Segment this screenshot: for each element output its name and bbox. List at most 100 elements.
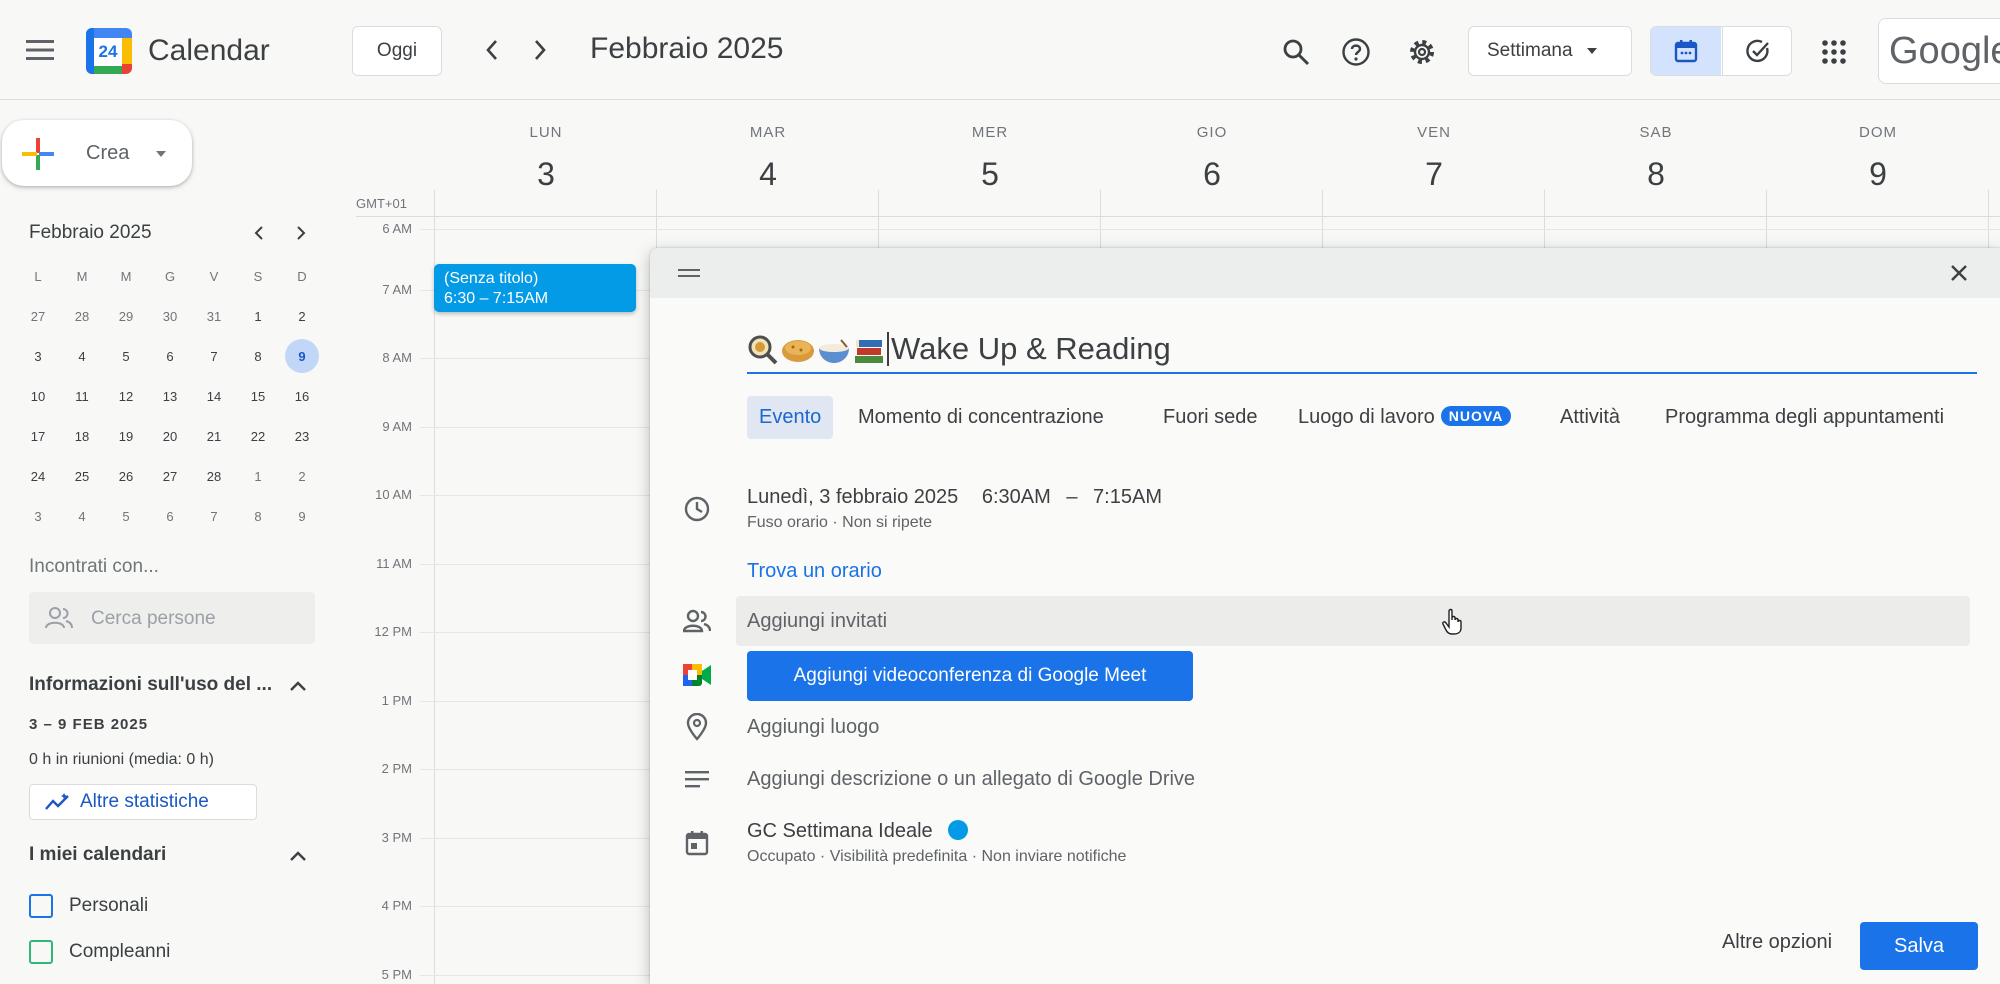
checkbox-icon[interactable] <box>29 894 53 918</box>
mini-day-cell[interactable]: 17 <box>21 419 55 453</box>
mini-day-cell[interactable]: 29 <box>109 299 143 333</box>
mini-day-cell[interactable]: 4 <box>65 499 99 533</box>
calendar-event[interactable]: (Senza titolo) 6:30 – 7:15AM <box>434 264 636 312</box>
mini-day-cell[interactable]: 26 <box>109 459 143 493</box>
mini-day-cell[interactable]: 7 <box>197 499 231 533</box>
mini-day-cell[interactable]: 1 <box>241 459 275 493</box>
more-stats-button[interactable]: Altre statistiche <box>29 784 257 820</box>
mini-day-cell[interactable]: 1 <box>241 299 275 333</box>
mini-day-cell[interactable]: 6 <box>153 499 187 533</box>
checkbox-icon[interactable] <box>29 940 53 964</box>
mini-day-cell[interactable]: 10 <box>21 379 55 413</box>
mini-day-cell[interactable]: 16 <box>285 379 319 413</box>
calendar-details[interactable]: Occupato · Visibilità predefinita · Non … <box>747 848 1126 866</box>
mini-day-cell[interactable]: 18 <box>65 419 99 453</box>
hour-label: 8 AM <box>382 350 412 365</box>
mini-day-cell[interactable]: 9 <box>285 499 319 533</box>
mini-day-cell[interactable]: 5 <box>109 499 143 533</box>
mini-day-cell[interactable]: 19 <box>109 419 143 453</box>
tab-out-of-office[interactable]: Fuori sede <box>1151 396 1270 439</box>
chevron-up-icon[interactable] <box>282 840 314 872</box>
find-time-link[interactable]: Trova un orario <box>747 560 882 583</box>
add-location-field[interactable]: Aggiungi luogo <box>747 716 879 739</box>
mini-day-cell[interactable]: 20 <box>153 419 187 453</box>
mini-day-cell[interactable]: 8 <box>241 499 275 533</box>
mini-day-cell[interactable]: 31 <box>197 299 231 333</box>
mini-day-cell[interactable]: 11 <box>65 379 99 413</box>
add-meet-button[interactable]: Aggiungi videoconferenza di Google Meet <box>747 651 1193 701</box>
mini-day-cell[interactable]: 2 <box>285 459 319 493</box>
chevron-up-icon[interactable] <box>282 670 314 702</box>
day-header-number[interactable]: 3 <box>516 156 576 193</box>
dialog-drag-bar[interactable] <box>650 248 2000 298</box>
timezone-repeat-link[interactable]: Fuso orario · Non si ripete <box>747 514 932 532</box>
mini-day-cell[interactable]: 28 <box>65 299 99 333</box>
day-header-number[interactable]: 9 <box>1848 156 1908 193</box>
event-end-time[interactable]: 7:15AM <box>1093 486 1162 508</box>
settings-icon[interactable] <box>1400 30 1444 74</box>
help-icon[interactable] <box>1334 30 1378 74</box>
google-account-logo[interactable]: Google <box>1878 18 2000 84</box>
day-header-number[interactable]: 6 <box>1182 156 1242 193</box>
day-header-number[interactable]: 5 <box>960 156 1020 193</box>
search-icon[interactable] <box>1274 30 1318 74</box>
view-selector[interactable]: Settimana <box>1468 26 1632 76</box>
chevron-right-icon[interactable] <box>520 30 560 70</box>
mini-day-cell[interactable]: 24 <box>21 459 55 493</box>
today-button[interactable]: Oggi <box>352 26 442 76</box>
mini-day-cell[interactable]: 30 <box>153 299 187 333</box>
day-header-number[interactable]: 4 <box>738 156 798 193</box>
mini-next-month-icon[interactable] <box>286 218 316 248</box>
mini-day-cell[interactable]: 21 <box>197 419 231 453</box>
event-start-time[interactable]: 6:30AM <box>982 486 1051 508</box>
tab-tasks[interactable]: Attività <box>1548 396 1632 439</box>
mini-day-cell[interactable]: 6 <box>153 339 187 373</box>
hour-label: 7 AM <box>382 281 412 297</box>
create-button[interactable]: Crea <box>2 120 192 186</box>
menu-icon[interactable] <box>18 28 62 72</box>
mini-day-cell[interactable]: 7 <box>197 339 231 373</box>
mini-day-cell[interactable]: 12 <box>109 379 143 413</box>
mini-day-cell[interactable]: 4 <box>65 339 99 373</box>
hour-label: 4 PM <box>381 898 412 913</box>
close-icon[interactable] <box>1942 256 1976 290</box>
add-description-field[interactable]: Aggiungi descrizione o un allegato di Go… <box>747 768 1195 791</box>
logo-day-number: 24 <box>98 42 118 61</box>
mini-day-cell[interactable]: 3 <box>21 499 55 533</box>
mini-day-cell[interactable]: 22 <box>241 419 275 453</box>
mini-day-cell[interactable]: 5 <box>109 339 143 373</box>
tasks-view-icon[interactable] <box>1722 27 1791 75</box>
mini-day-cell[interactable]: 14 <box>197 379 231 413</box>
add-guests-input[interactable]: Aggiungi invitati <box>736 596 1970 646</box>
more-options-button[interactable]: Altre opzioni <box>1704 918 1850 966</box>
mini-day-cell[interactable]: 13 <box>153 379 187 413</box>
mini-day-cell[interactable]: 9 <box>285 339 319 373</box>
mini-day-cell[interactable]: 3 <box>21 339 55 373</box>
event-title-input[interactable]: Wake Up & Reading <box>747 324 1977 374</box>
mini-day-cell[interactable]: 23 <box>285 419 319 453</box>
save-button[interactable]: Salva <box>1860 922 1978 970</box>
apps-grid-icon[interactable] <box>1812 30 1856 74</box>
event-datetime[interactable]: Lunedì, 3 febbraio 2025 6:30AM – 7:15AM <box>747 486 1162 512</box>
mini-day-cell[interactable]: 27 <box>153 459 187 493</box>
search-people-input[interactable]: Cerca persone <box>29 592 315 644</box>
tab-evento[interactable]: Evento <box>747 396 834 439</box>
event-date[interactable]: Lunedì, 3 febbraio 2025 <box>747 486 958 508</box>
mini-day-cell[interactable]: 27 <box>21 299 55 333</box>
calendar-view-icon[interactable] <box>1651 27 1721 75</box>
chevron-left-icon[interactable] <box>472 30 512 70</box>
mini-day-cell[interactable]: 28 <box>197 459 231 493</box>
mini-day-cell[interactable]: 2 <box>285 299 319 333</box>
calendar-selector[interactable]: GC Settimana Ideale <box>747 820 969 843</box>
mini-prev-month-icon[interactable] <box>244 218 274 248</box>
calendar-item-compleanni[interactable]: Compleanni <box>29 938 289 966</box>
mini-day-cell[interactable]: 8 <box>241 339 275 373</box>
mini-day-cell[interactable]: 15 <box>241 379 275 413</box>
day-header-number[interactable]: 8 <box>1626 156 1686 193</box>
day-header-number[interactable]: 7 <box>1404 156 1464 193</box>
calendar-item-personali[interactable]: Personali <box>29 892 289 920</box>
tab-appointment-schedule[interactable]: Programma degli appuntamenti <box>1653 396 1956 439</box>
tab-focus-time[interactable]: Momento di concentrazione <box>846 396 1116 439</box>
tab-working-location[interactable]: Luogo di lavoro NUOVA <box>1286 396 1523 439</box>
mini-day-cell[interactable]: 25 <box>65 459 99 493</box>
